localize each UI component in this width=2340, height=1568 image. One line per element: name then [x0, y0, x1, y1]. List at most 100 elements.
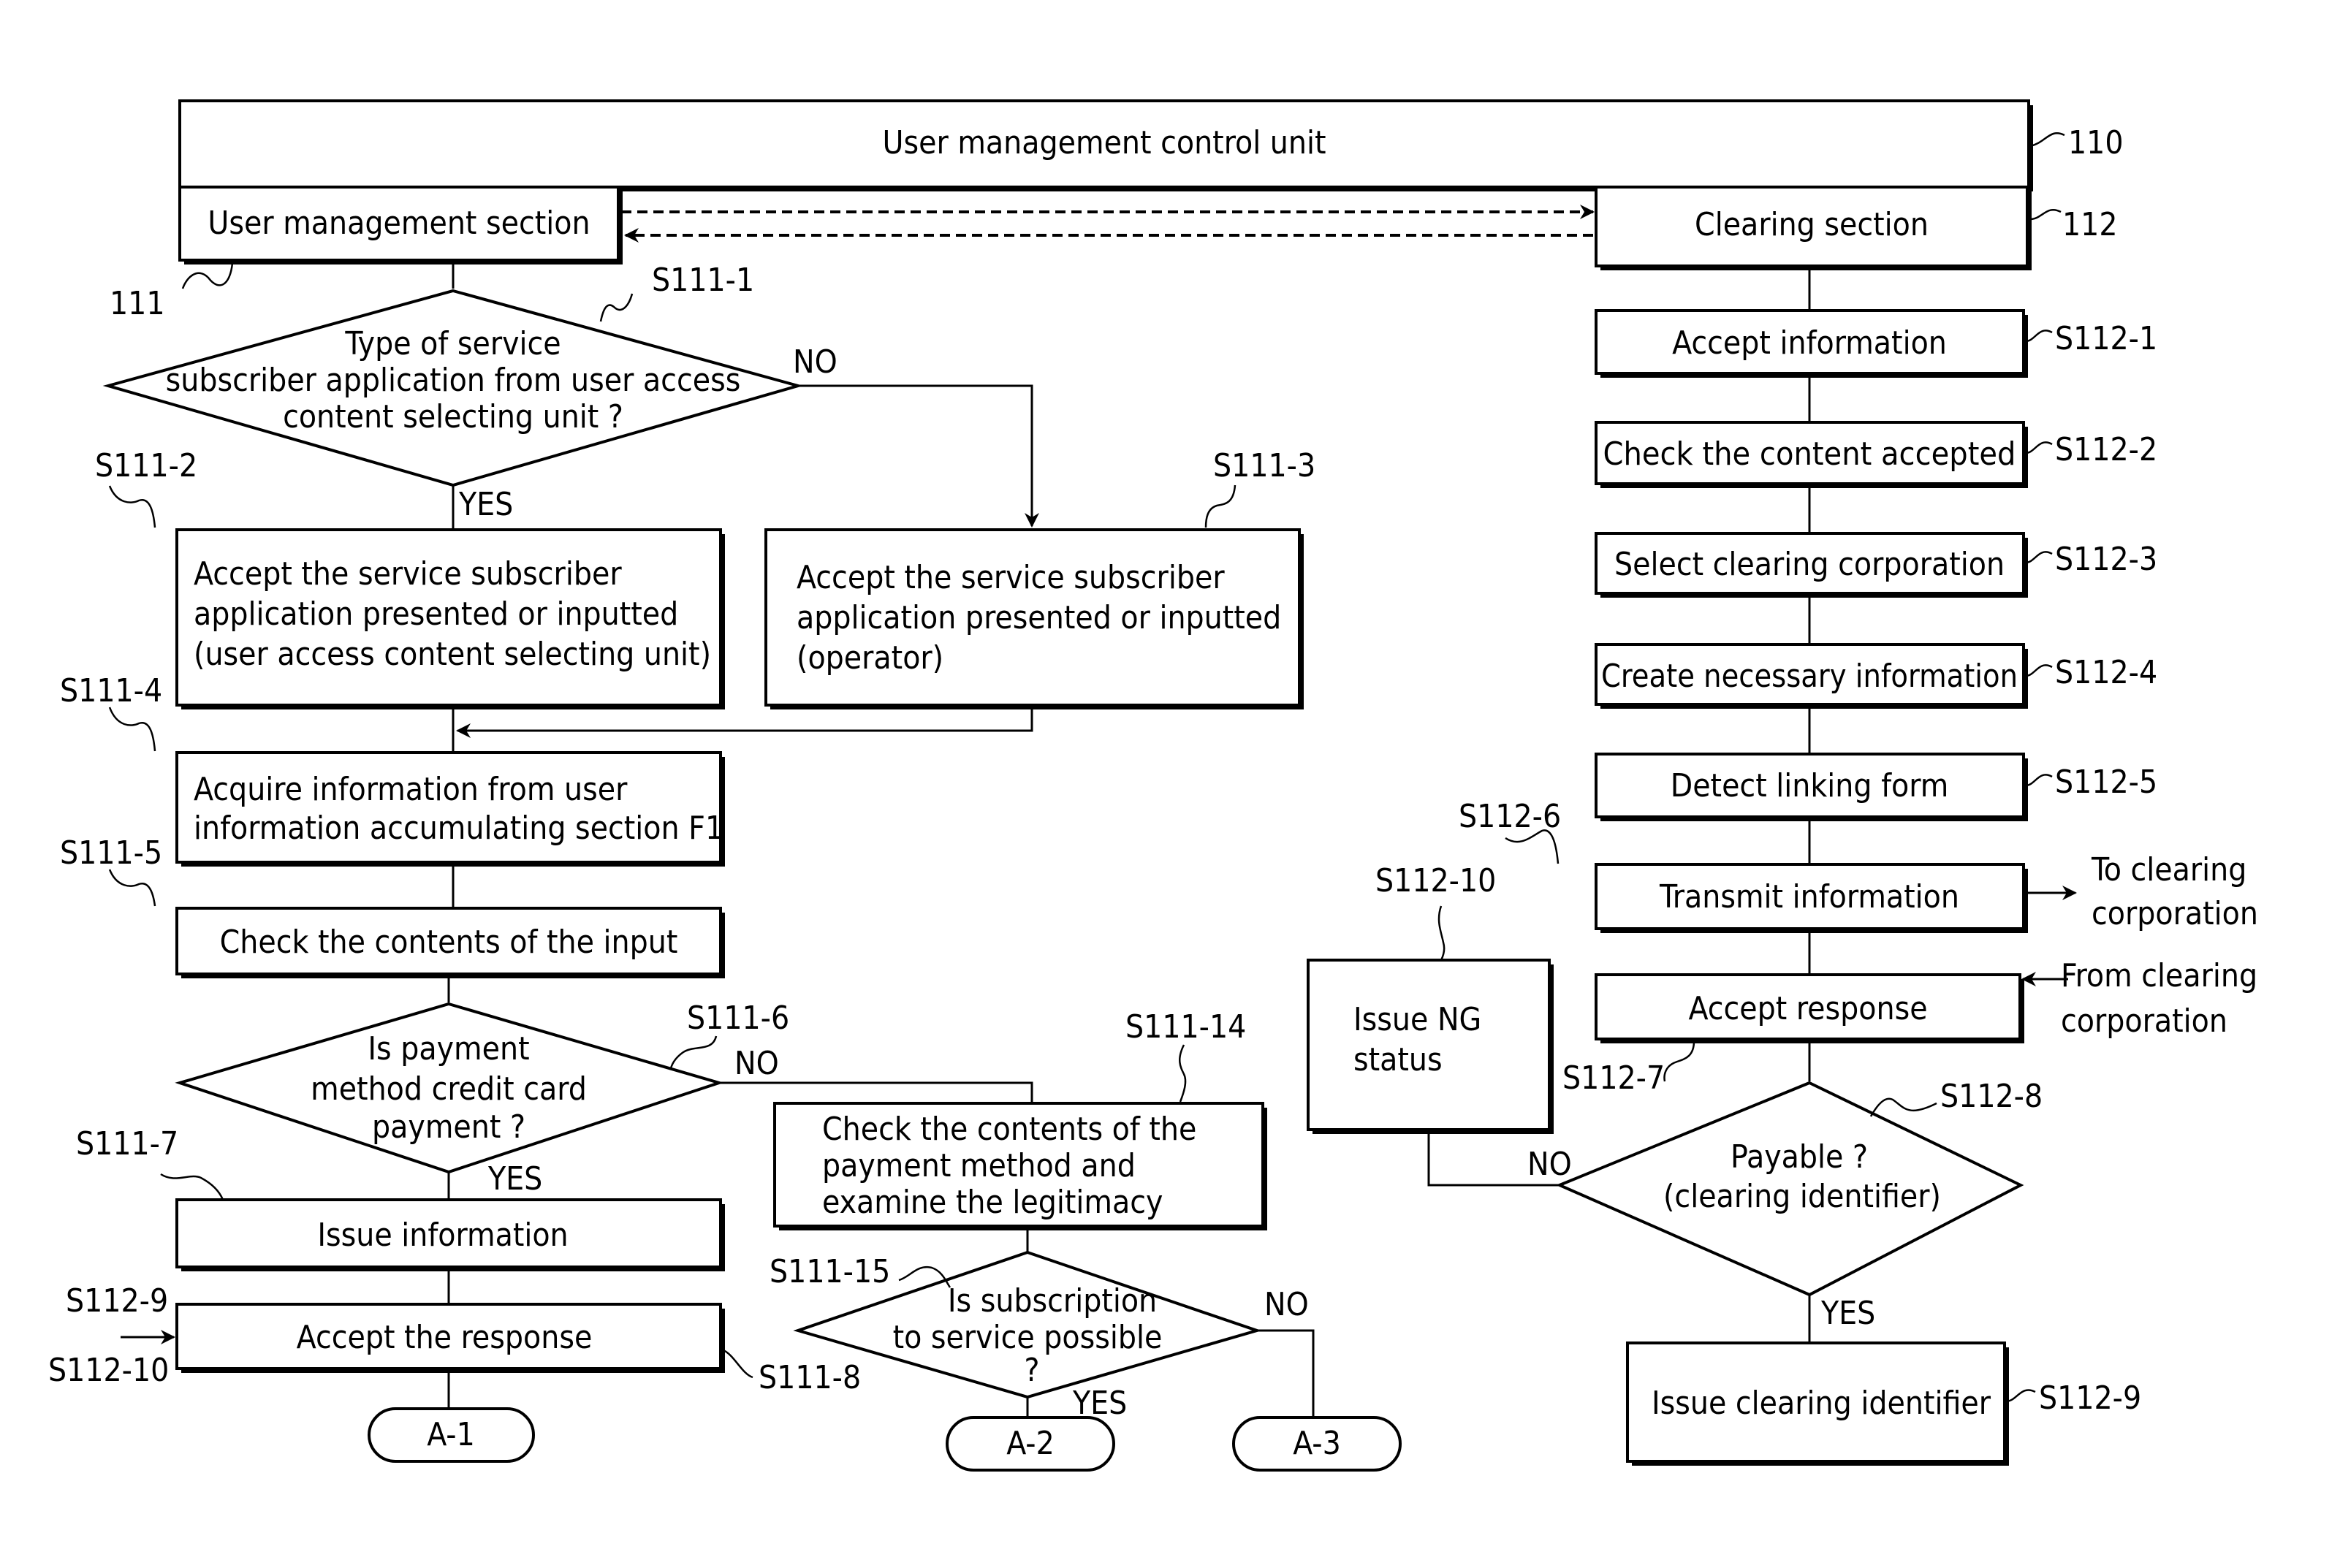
box-accept-information: Accept information [1595, 309, 2028, 378]
box-check-input: Check the contents of the input [175, 907, 725, 978]
ref-s112-10: S112-10 [1375, 862, 1496, 899]
ref-leader [1179, 1044, 1187, 1103]
terminal-label: A-1 [427, 1416, 475, 1453]
box-label: Check the content accepted [1603, 435, 2016, 473]
ref-leader [669, 1035, 718, 1069]
ref-s112-8: S112-8 [1940, 1078, 2043, 1115]
yes-label: YES [487, 1160, 542, 1198]
ref-leader [2025, 441, 2053, 454]
box-accept-application-operator: Accept the service subscriber applicatio… [764, 528, 1304, 709]
box-line: application presented or inputted [797, 599, 1281, 636]
from-clearing-label: corporation [2061, 1002, 2227, 1040]
ref-s112-2: S112-2 [2055, 431, 2157, 468]
ref-leader [181, 262, 234, 289]
no-label: NO [1264, 1286, 1309, 1323]
from-clearing-label: From clearing [2061, 957, 2257, 994]
ref-s111-14: S111-14 [1125, 1008, 1246, 1046]
decision-line: (clearing identifier) [1663, 1178, 1941, 1215]
box-accept-the-response: Accept the response [175, 1303, 725, 1373]
ref-leader [2025, 551, 2053, 564]
box-label: Select clearing corporation [1614, 546, 2005, 583]
decision-line: payment ? [372, 1108, 525, 1146]
ref-s111-7: S111-7 [76, 1125, 178, 1162]
box-detect-linking-form: Detect linking form [1595, 753, 2028, 821]
box-label: Transmit information [1659, 878, 1959, 916]
box-label: Accept the response [297, 1319, 593, 1356]
decision-line: to service possible [893, 1319, 1163, 1356]
box-label: Create necessary information [1601, 658, 2018, 695]
flowchart: User management control unit 110 User ma… [48, 99, 2258, 1472]
box-label: Issue clearing identifier [1652, 1385, 1991, 1422]
no-line [719, 1081, 1033, 1103]
ref-leader [108, 869, 156, 907]
no-label: NO [1527, 1146, 1572, 1183]
merge-arrow [456, 707, 1033, 738]
box-line: Issue NG [1353, 1001, 1481, 1038]
to-clearing-label: corporation [2092, 895, 2258, 932]
box-line: examine the legitimacy [822, 1184, 1163, 1221]
terminal-a2: A-2 [946, 1416, 1115, 1472]
box-line: Acquire information from user [194, 771, 628, 808]
clearing-section-box: Clearing section [1595, 186, 2032, 270]
ref-leader [2005, 1389, 2036, 1403]
box-accept-application-unit: Accept the service subscriber applicatio… [175, 528, 725, 709]
ref-s112-10-in: S112-10 [48, 1352, 169, 1389]
box-issue-information: Issue information [175, 1198, 725, 1271]
user-management-section-box: User management section [178, 186, 623, 264]
ref-leader [1204, 484, 1237, 528]
decision-line: Type of service [344, 325, 561, 362]
user-management-section-label: User management section [208, 205, 590, 242]
terminal-label: A-3 [1293, 1425, 1341, 1462]
decision-credit-card: Is payment method credit card payment ? [175, 1002, 724, 1174]
ref-leader [2029, 132, 2065, 148]
ref-leader [1869, 1097, 1937, 1117]
box-line: Accept the service subscriber [194, 555, 622, 593]
ref-leader [108, 707, 156, 752]
ref-s112-3: S112-3 [2055, 541, 2157, 578]
box-check-content-accepted: Check the content accepted [1595, 421, 2028, 488]
box-line: application presented or inputted [194, 595, 678, 633]
ref-leader [2025, 330, 2053, 343]
ref-s111-5: S111-5 [60, 834, 162, 872]
terminal-label: A-2 [1006, 1425, 1055, 1462]
ref-112: 112 [2062, 206, 2118, 243]
box-line: Accept the service subscriber [797, 559, 1225, 596]
box-issue-ng-status: Issue NG status [1307, 959, 1554, 1134]
ref-leader [2029, 209, 2062, 221]
to-clearing-label: To clearing [2091, 851, 2246, 888]
ref-110: 110 [2068, 124, 2124, 161]
decision-line: subscriber application from user access [166, 362, 741, 399]
yes-label: YES [458, 486, 513, 523]
box-accept-response: Accept response [1595, 973, 2024, 1043]
ref-s111-15: S111-15 [770, 1253, 890, 1290]
no-label: NO [793, 343, 837, 381]
ref-leader [160, 1173, 224, 1200]
box-line: Check the contents of the [822, 1111, 1196, 1148]
box-label: Detect linking form [1671, 767, 1949, 804]
ref-s111-8: S111-8 [759, 1359, 861, 1396]
box-line: status [1353, 1041, 1443, 1078]
ref-s112-1: S112-1 [2055, 320, 2157, 357]
decision-line: Payable ? [1731, 1138, 1868, 1176]
box-line: payment method and [822, 1147, 1136, 1184]
no-line [1257, 1329, 1315, 1417]
ref-leader [599, 293, 634, 322]
box-line: (user access content selecting unit) [194, 636, 711, 673]
box-acquire-information: Acquire information from user informatio… [175, 751, 725, 867]
ref-leader [1437, 905, 1446, 961]
box-create-necessary-information: Create necessary information [1595, 643, 2028, 709]
ref-s112-7: S112-7 [1562, 1059, 1665, 1097]
control-unit-label: User management control unit [883, 124, 1326, 161]
decision-line: ? [1024, 1352, 1039, 1389]
ref-s111-1: S111-1 [652, 262, 754, 299]
control-unit-box: User management control unit [178, 99, 2033, 191]
box-transmit-information: Transmit information [1595, 863, 2028, 933]
no-arrow [798, 384, 1039, 528]
ref-leader [2025, 774, 2053, 787]
terminal-a3: A-3 [1232, 1416, 1402, 1472]
ref-leader [2025, 664, 2053, 677]
box-line: information accumulating section F1 [194, 810, 723, 847]
decision-line: content selecting unit ? [283, 398, 623, 435]
box-select-clearing-corporation: Select clearing corporation [1595, 532, 2028, 598]
box-label: Accept response [1688, 990, 1927, 1027]
